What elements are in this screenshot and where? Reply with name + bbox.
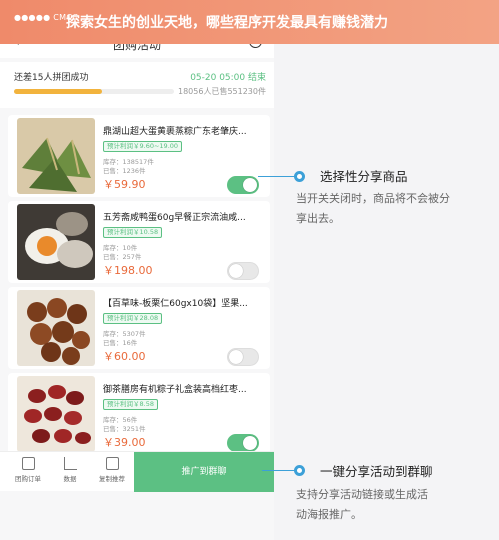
product-sold: 已售：16件: [103, 339, 138, 347]
product-price: ￥59.90: [103, 178, 146, 191]
share-toggle[interactable]: [227, 176, 259, 194]
bottom-spacer: [0, 496, 274, 540]
hint-description-line: 当开关关闭时，商品将不会被分: [296, 192, 450, 205]
copy-recommend-label: 复制推荐: [99, 475, 125, 483]
product-image-chestnut: [17, 290, 95, 366]
profit-tag: 预计利润￥10.58: [103, 227, 163, 238]
group-end-time: 05-20 05:00 结束: [190, 73, 266, 83]
product-name: 五芳斋咸鸭蛋60g早餐正宗流油咸...: [103, 213, 246, 223]
product-image-red-dates: [17, 376, 95, 452]
hint-connector-line: [258, 176, 296, 177]
hint-description-line: 支持分享活动链接或生成活: [296, 488, 428, 501]
product-price: ￥39.00: [103, 436, 146, 449]
product-item[interactable]: 五芳斋咸鸭蛋60g早餐正宗流油咸... 预计利润￥10.58 库存：10件 已售…: [8, 201, 270, 283]
profit-tag: 预计利润￥28.08: [103, 313, 163, 324]
product-item[interactable]: 御茶膳房有机粽子礼盒装高档红枣... 预计利润￥8.58 库存：56件 已售：3…: [8, 373, 270, 455]
profit-tag: 预计利润￥9.60~19.00: [103, 141, 183, 152]
chart-icon: [63, 457, 77, 470]
share-toggle[interactable]: [227, 262, 259, 280]
share-toggle[interactable]: [227, 348, 259, 366]
group-progress-fill: [14, 89, 102, 94]
product-name: 御茶膳房有机粽子礼盒装高档红枣...: [103, 385, 247, 395]
product-image-zongzi: [17, 118, 95, 194]
group-progress-card: 还差15人拼团成功 05-20 05:00 结束 18056人已售551230件: [0, 62, 274, 108]
product-sold: 已售：3251件: [103, 425, 146, 433]
profit-tag: 预计利润￥8.58: [103, 399, 158, 410]
product-name: 【百草味-板栗仁60gx10袋】坚果...: [103, 299, 248, 309]
product-image-salted-egg: [17, 204, 95, 280]
product-item[interactable]: 【百草味-板栗仁60gx10袋】坚果... 预计利润￥28.08 库存：5307…: [8, 287, 270, 369]
data-label: 数据: [63, 475, 77, 483]
hint-description-line: 享出去。: [296, 212, 340, 225]
hint-title: 选择性分享商品: [320, 169, 408, 184]
group-orders-button[interactable]: 团购订单: [8, 457, 48, 483]
hint-description: 当开关关闭时，商品将不会被分 享出去。: [296, 189, 496, 229]
share-toggle[interactable]: [227, 434, 259, 452]
toggle-knob: [229, 264, 243, 278]
group-sales-text: 18056人已售551230件: [178, 87, 266, 96]
group-orders-label: 团购订单: [15, 475, 41, 483]
hint-description: 支持分享活动链接或生成活 动海报推广。: [296, 485, 496, 525]
toggle-knob: [243, 178, 257, 192]
phone-screen: ‹ 团购活动 ••• 还差15人拼团成功 05-20 05:00 结束 1805…: [0, 0, 274, 540]
hint-connector-line: [262, 470, 296, 471]
product-sold: 已售：1236件: [103, 167, 146, 175]
group-remaining-text: 还差15人拼团成功: [14, 73, 89, 83]
toggle-knob: [229, 350, 243, 364]
copy-recommend-button[interactable]: 复制推荐: [92, 457, 132, 483]
product-item[interactable]: 鼎湖山超大蛋黄裹蒸粽广东老肇庆... 预计利润￥9.60~19.00 库存：13…: [8, 115, 270, 197]
product-price: ￥60.00: [103, 350, 146, 363]
hint-marker: [294, 171, 305, 182]
share-to-group-button[interactable]: 推广到群聊: [134, 452, 274, 492]
product-name: 鼎湖山超大蛋黄裹蒸粽广东老肇庆...: [103, 127, 247, 137]
group-progress-bar: [14, 89, 174, 94]
orders-icon: [21, 457, 35, 470]
bottom-bar: 团购订单 数据 复制推荐 推广到群聊: [0, 451, 274, 492]
copy-icon: [105, 457, 119, 470]
product-sold: 已售：257件: [103, 253, 142, 261]
product-price: ￥198.00: [103, 264, 153, 277]
toggle-knob: [243, 436, 257, 450]
hint-description-line: 动海报推广。: [296, 508, 362, 521]
data-button[interactable]: 数据: [50, 457, 90, 483]
hint-title: 一键分享活动到群聊: [320, 464, 433, 479]
hint-marker: [294, 465, 305, 476]
article-headline: 探索女生的创业天地，哪些程序开发最具有赚钱潜力: [66, 15, 388, 31]
article-banner: ●●●●● CMCC 探索女生的创业天地，哪些程序开发最具有赚钱潜力: [0, 0, 499, 44]
